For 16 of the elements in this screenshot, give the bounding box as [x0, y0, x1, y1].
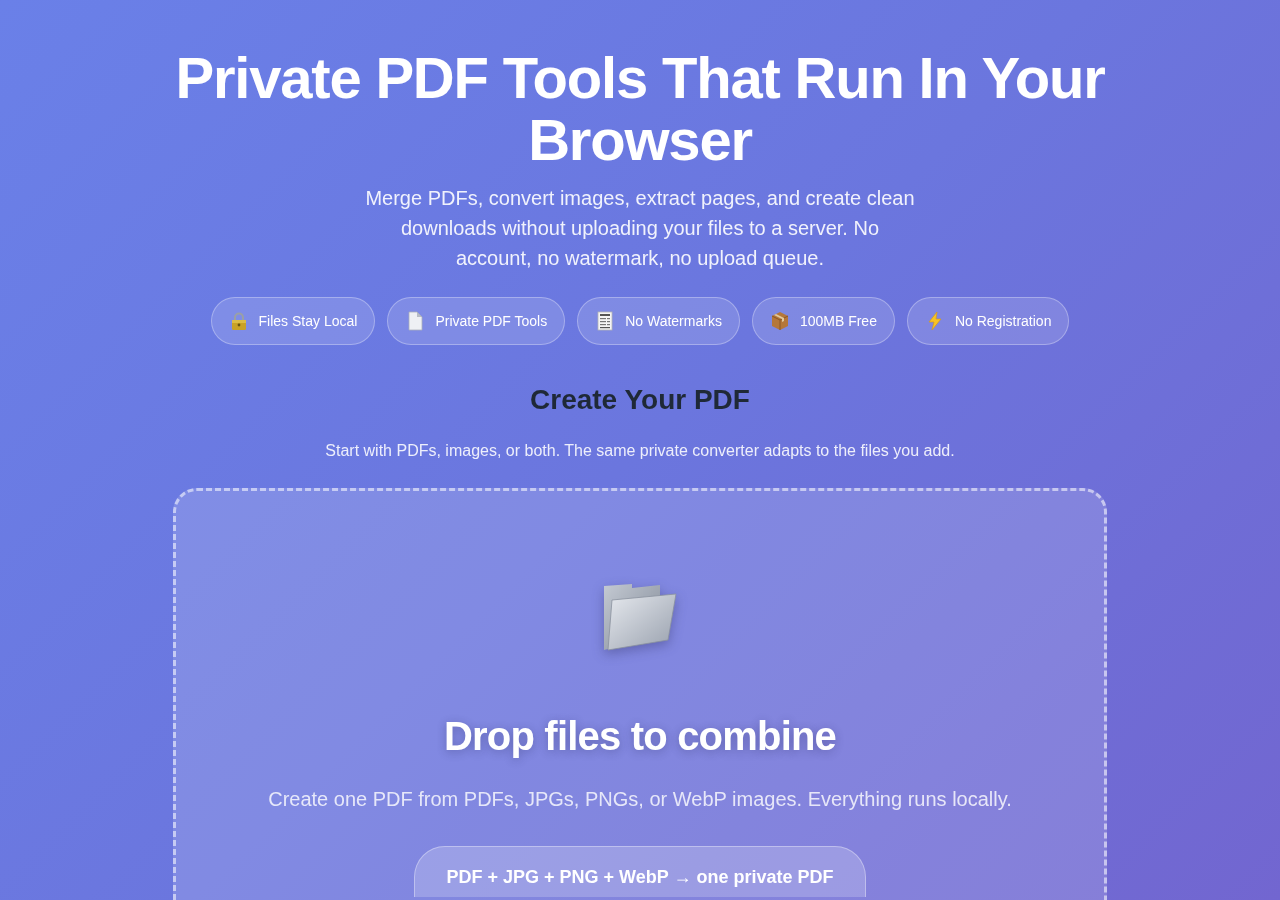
- badge-label: Files Stay Local: [258, 313, 358, 329]
- drop-zone-description: Create one PDF from PDFs, JPGs, PNGs, or WebP images. Everything runs locally.: [268, 787, 1012, 812]
- badge-label: 100MB Free: [799, 313, 877, 329]
- page-title: Private PDF Tools That Run In Your Browser: [174, 47, 1106, 171]
- badge-label: Private PDF Tools: [435, 313, 548, 329]
- drop-zone[interactable]: Drop files to combine Create one PDF from PDFs, JPGs, PNGs, or WebP images. Everything runs locally. PDF + JPG + PNG + WebP → one private PDF: [173, 488, 1107, 900]
- drop-zone-title: Drop files to combine: [443, 713, 837, 760]
- package-icon: [769, 311, 790, 331]
- document-icon: [405, 311, 426, 331]
- format-button[interactable]: PDF + JPG + PNG + WebP → one private PDF: [413, 846, 867, 897]
- badge-label: No Watermarks: [625, 313, 722, 329]
- receipt-icon: [595, 311, 616, 331]
- section-description: Start with PDFs, images, or both. The same private converter adapts to the files you add.: [325, 441, 955, 461]
- section-heading: Create Your PDF: [530, 383, 750, 417]
- badge-label: No Registration: [954, 313, 1052, 329]
- hero-description: Merge PDFs, convert images, extract pages, and create clean downloads without uploading your files to a server. No account, no watermark, no upload queue.: [364, 186, 916, 271]
